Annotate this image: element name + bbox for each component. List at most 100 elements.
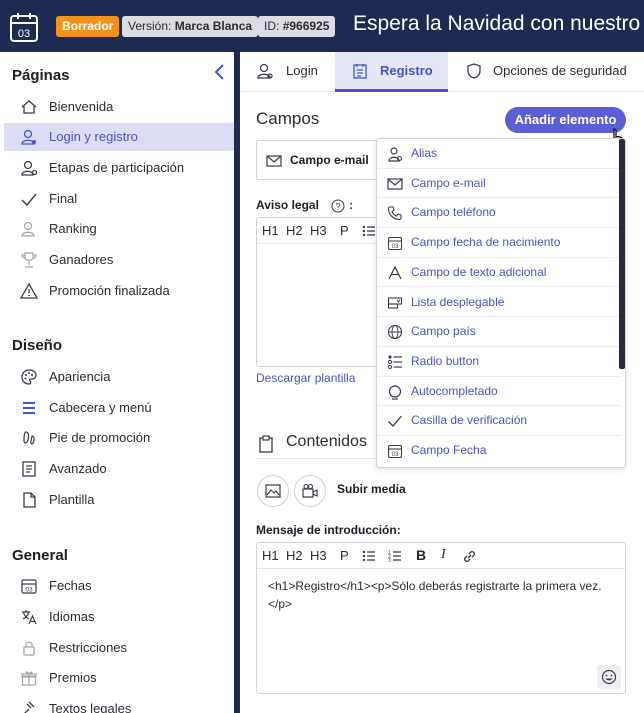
paragraph-button[interactable]: P [340,548,349,563]
sidebar-item-label: Bienvenida [49,99,114,114]
italic-icon[interactable]: I [441,547,446,563]
dropdown-item-campo-email[interactable]: Campo e-mail [377,169,621,199]
editor-toolbar: H1 H2 H3 P 123 B I [257,543,625,569]
dropdown-item-label: Campo e-mail [411,175,486,190]
trophy-icon [20,251,38,269]
sidebar-item-ranking[interactable]: Ranking [4,215,236,243]
dropdown-item-label: Autocompletado [411,383,498,398]
status-badge: Borrador [56,16,120,37]
tab-opciones-seguridad[interactable]: Opciones de seguridad [449,52,644,92]
h3-button[interactable]: H3 [310,548,327,563]
paragraph-button[interactable]: P [340,223,349,238]
version-value: Marca Blanca [174,19,253,33]
intro-message-text[interactable]: <h1>Registro</h1><p>Sólo deberás registr… [268,577,608,613]
numbered-list-icon[interactable]: 123 [388,549,402,563]
menu-icon [20,399,38,417]
dropdown-item-label: Alias [411,146,438,160]
dropdown-item-fecha-nacimiento[interactable]: 03 Campo fecha de nacimiento [377,228,621,258]
image-icon [265,484,281,498]
sidebar-item-plantilla[interactable]: Plantilla [4,486,236,514]
sidebar-item-etapas[interactable]: Etapas de participación [4,154,236,182]
top-bar: 03 Borrador Versión: Marca Blanca ID: #9… [0,0,644,52]
sidebar-item-label: Ranking [49,221,97,236]
footprint-icon [20,429,38,447]
dropdown-item-casilla-verificacion[interactable]: Casilla de verificación [377,406,621,436]
sidebar-item-restricciones[interactable]: Restricciones [4,634,236,662]
tab-login[interactable]: Login [240,52,334,92]
h3-button[interactable]: H3 [310,223,327,238]
sidebar-item-pie[interactable]: Pie de promoción [4,424,236,452]
dropdown-scrollbar[interactable] [619,139,625,369]
dropdown-item-label: Radio button [411,353,480,368]
clipboard-icon [258,435,274,453]
advanced-icon [20,460,38,478]
sidebar-item-label: Fechas [49,578,92,593]
bullet-list-icon[interactable] [362,549,376,563]
dropdown-item-label: Casilla de verificación [411,413,528,428]
sidebar-item-label: Premios [49,670,97,685]
palette-icon [20,368,38,386]
emoji-button[interactable] [597,665,621,689]
h1-button[interactable]: H1 [262,548,279,563]
tab-label: Registro [380,63,433,78]
h2-button[interactable]: H2 [286,223,303,238]
sidebar-item-avanzado[interactable]: Avanzado [4,455,236,483]
link-icon[interactable] [462,549,477,564]
sidebar-item-label: Plantilla [49,492,95,507]
section-general-title: General [12,547,68,564]
help-icon[interactable]: ? [331,199,345,213]
tab-label: Login [286,63,318,78]
sidebar-item-idiomas[interactable]: Idiomas [4,603,236,631]
h1-button[interactable]: H1 [262,223,279,238]
lock-icon [20,639,38,657]
check-icon [20,190,38,208]
sidebar-item-ganadores[interactable]: Ganadores [4,246,236,274]
dropdown-item-campo-fecha[interactable]: 03 Campo Fecha [377,436,621,466]
sidebar-item-textos-legales[interactable]: Textos legales [4,695,236,713]
dropdown-item-texto-adicional[interactable]: Campo de texto adicional [377,258,621,288]
dropdown-item-radio-button[interactable]: Radio button [377,347,621,377]
bold-icon[interactable]: B [416,547,426,563]
sidebar-item-promocion-finalizada[interactable]: Promoción finalizada [4,277,236,305]
calendar-icon: 03 [20,577,38,595]
sidebar-item-cabecera[interactable]: Cabecera y menú [4,394,236,422]
form-icon [351,62,369,80]
upload-image-button[interactable] [257,475,289,507]
intro-message-label: Mensaje de introducción: [256,523,401,537]
id-value: #966925 [282,19,330,33]
dropdown-item-alias[interactable]: Alias [377,139,621,169]
sidebar-item-fechas[interactable]: 03 Fechas [4,572,236,600]
dropdown-item-campo-pais[interactable]: Campo país [377,317,621,347]
mail-icon [387,176,403,192]
svg-text:3: 3 [388,558,391,563]
user-alias-icon [387,146,403,162]
sidebar-item-login-registro[interactable]: Login y registro [4,123,236,151]
warning-icon [20,282,38,300]
download-template-link[interactable]: Descargar plantilla [256,371,355,385]
upload-video-button[interactable] [294,475,326,507]
collapse-sidebar-icon[interactable] [212,62,228,82]
dropdown-item-autocompletado[interactable]: Autocompletado [377,377,621,407]
sidebar-item-label: Ganadores [49,252,114,267]
sidebar-item-premios[interactable]: Premios [4,664,236,692]
sidebar-item-label: Restricciones [49,640,128,655]
text-a-icon [387,265,403,281]
sidebar-item-apariencia[interactable]: Apariencia [4,363,236,391]
dropdown-item-lista-desplegable[interactable]: Lista desplegable [377,288,621,318]
tab-registro[interactable]: Registro [335,52,448,92]
shield-icon [465,62,483,80]
h2-button[interactable]: H2 [286,548,303,563]
upload-media-label: Subir media [337,482,406,496]
sidebar-item-label: Idiomas [49,609,95,624]
sidebar-item-bienvenida[interactable]: Bienvenida [4,93,236,121]
user-gear-icon [20,159,38,177]
bullet-list-icon[interactable] [362,224,376,238]
sidebar-item-final[interactable]: Final [4,185,236,213]
add-element-button[interactable]: Añadir elemento [505,107,626,133]
sidebar-item-label: Promoción finalizada [49,283,170,298]
file-icon [20,491,38,509]
phone-icon [387,205,403,221]
calendar-icon: 03 [387,443,403,459]
dropdown-item-campo-telefono[interactable]: Campo teléfono [377,198,621,229]
intro-message-editor[interactable]: H1 H2 H3 P 123 B I <h1>Registro</h1><p>S… [256,542,626,694]
